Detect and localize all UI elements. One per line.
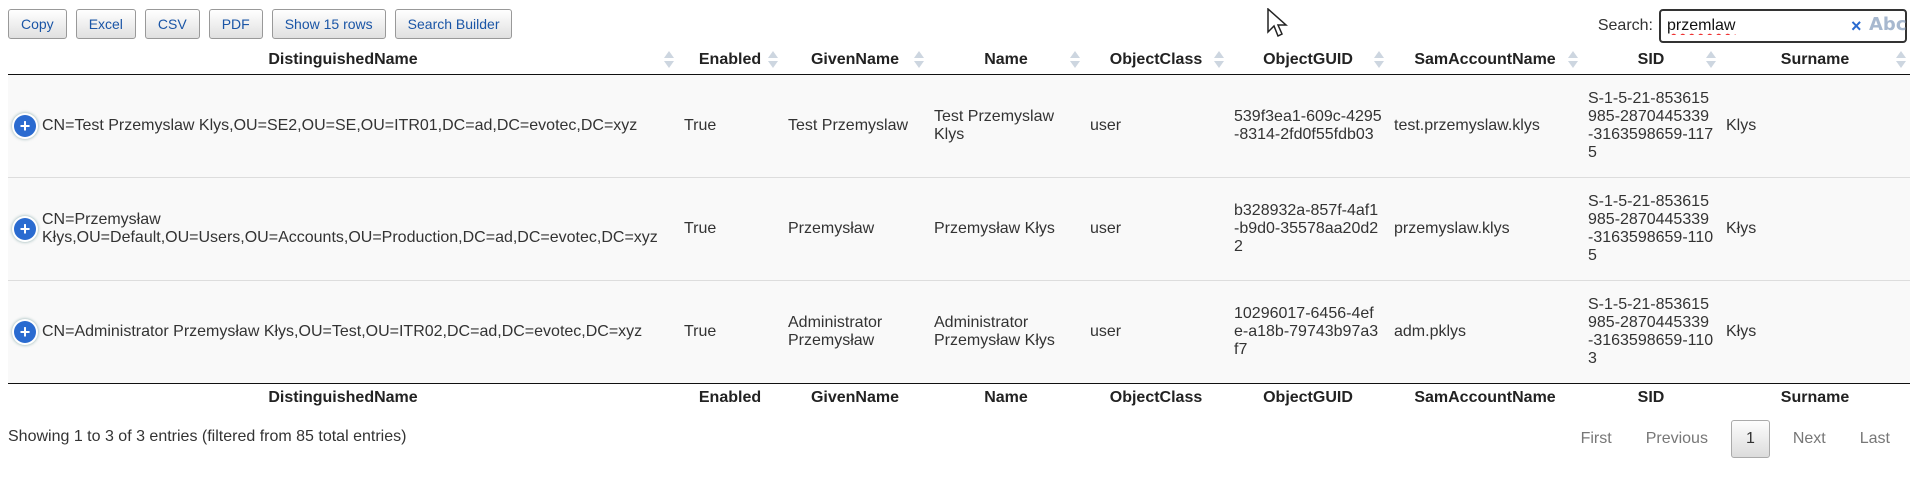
- sort-icon: [1070, 51, 1080, 69]
- datatable-page: Copy Excel CSV PDF Show 15 rows Search B…: [0, 0, 1917, 483]
- cell-enabled: True: [678, 74, 782, 178]
- header-samaccountname[interactable]: SamAccountName: [1388, 46, 1582, 75]
- search-box: × Abc: [1659, 9, 1907, 43]
- header-row: DistinguishedName Enabled GivenName Name…: [8, 46, 1910, 75]
- header-givenname[interactable]: GivenName: [782, 46, 928, 75]
- plus-icon[interactable]: +: [14, 218, 36, 240]
- cell-enabled: True: [678, 177, 782, 281]
- cell-objectclass: user: [1084, 74, 1228, 178]
- plus-icon[interactable]: +: [14, 115, 36, 137]
- sort-icon: [1214, 51, 1224, 69]
- cell-sid: S-1-5-21-853615985-2870445339-3163598659…: [1582, 280, 1720, 384]
- header-name[interactable]: Name: [928, 46, 1084, 75]
- last-page-button[interactable]: Last: [1843, 421, 1907, 457]
- cell-name: Przemysław Kłys: [928, 177, 1084, 281]
- cell-surname: Kłys: [1720, 280, 1910, 384]
- cell-objectguid: 539f3ea1-609c-4295-8314-2fd0f55fdb03: [1228, 74, 1388, 178]
- pdf-button[interactable]: PDF: [208, 9, 263, 39]
- header-objectguid[interactable]: ObjectGUID: [1228, 46, 1388, 75]
- cell-name: Administrator Przemysław Kłys: [928, 280, 1084, 384]
- sort-icon: [914, 51, 924, 69]
- cell-objectguid: 10296017-6456-4efe-a18b-79743b97a3f7: [1228, 280, 1388, 384]
- footer-surname: Surname: [1720, 383, 1910, 412]
- search-input[interactable]: [1667, 16, 1837, 36]
- cell-surname: Klys: [1720, 74, 1910, 178]
- table-row[interactable]: + CN=Przemysław Kłys,OU=Default,OU=Users,…: [8, 177, 1910, 281]
- sort-icon: [1568, 51, 1578, 69]
- search-builder-button[interactable]: Search Builder: [394, 9, 513, 39]
- cell-givenname: Przemysław: [782, 177, 928, 281]
- table-row[interactable]: + CN=Test Przemyslaw Klys,OU=SE2,OU=SE,OU…: [8, 74, 1910, 178]
- table-info: Showing 1 to 3 of 3 entries (filtered fr…: [8, 428, 407, 445]
- sort-icon: [1706, 51, 1716, 69]
- cell-name: Test Przemyslaw Klys: [928, 74, 1084, 178]
- cell-objectguid: b328932a-857f-4af1-b9d0-35578aa20d22: [1228, 177, 1388, 281]
- page-length-button[interactable]: Show 15 rows: [271, 9, 386, 39]
- cell-objectclass: user: [1084, 177, 1228, 281]
- header-sid[interactable]: SID: [1582, 46, 1720, 75]
- csv-button[interactable]: CSV: [144, 9, 200, 39]
- cell-samaccountname: przemyslaw.klys: [1388, 177, 1582, 281]
- footer-distinguishedname: DistinguishedName: [8, 383, 678, 412]
- cell-surname: Kłys: [1720, 177, 1910, 281]
- cell-sid: S-1-5-21-853615985-2870445339-3163598659…: [1582, 177, 1720, 281]
- table-row[interactable]: + CN=Administrator Przemysław Kłys,OU=Tes…: [8, 280, 1910, 384]
- footer-sid: SID: [1582, 383, 1720, 412]
- footer-row: DistinguishedName Enabled GivenName Name…: [8, 383, 1910, 412]
- cell-distinguishedname: + CN=Test Przemyslaw Klys,OU=SE2,OU=SE,OU…: [8, 74, 678, 178]
- users-table: DistinguishedName Enabled GivenName Name…: [8, 46, 1910, 412]
- footer-name: Name: [928, 383, 1084, 412]
- cell-enabled: True: [678, 280, 782, 384]
- cell-distinguishedname: + CN=Administrator Przemysław Kłys,OU=Tes…: [8, 280, 678, 384]
- cell-objectclass: user: [1084, 280, 1228, 384]
- first-page-button[interactable]: First: [1564, 421, 1629, 457]
- cell-samaccountname: test.przemyslaw.klys: [1388, 74, 1582, 178]
- sort-icon: [1374, 51, 1384, 69]
- sort-icon: [1896, 51, 1906, 69]
- cell-distinguishedname: + CN=Przemysław Kłys,OU=Default,OU=Users,…: [8, 177, 678, 281]
- plus-icon[interactable]: +: [14, 321, 36, 343]
- export-toolbar: Copy Excel CSV PDF Show 15 rows Search B…: [8, 9, 513, 39]
- mouse-cursor-icon: [1267, 8, 1288, 38]
- footer-samaccountname: SamAccountName: [1388, 383, 1582, 412]
- footer-objectclass: ObjectClass: [1084, 383, 1228, 412]
- sort-icon: [768, 51, 778, 69]
- header-objectclass[interactable]: ObjectClass: [1084, 46, 1228, 75]
- cell-givenname: Administrator Przemysław: [782, 280, 928, 384]
- search-filter: Search: × Abc: [1598, 9, 1907, 43]
- copy-button[interactable]: Copy: [8, 9, 67, 39]
- clear-icon[interactable]: ×: [1851, 16, 1862, 37]
- footer-givenname: GivenName: [782, 383, 928, 412]
- footer-enabled: Enabled: [678, 383, 782, 412]
- excel-button[interactable]: Excel: [75, 9, 136, 39]
- cell-samaccountname: adm.pklys: [1388, 280, 1582, 384]
- next-page-button[interactable]: Next: [1776, 421, 1843, 457]
- spellcheck-icon[interactable]: Abc: [1869, 14, 1907, 35]
- pagination: First Previous 1 Next Last: [1564, 420, 1907, 458]
- footer-objectguid: ObjectGUID: [1228, 383, 1388, 412]
- page-bottom-edge: [0, 468, 1917, 483]
- cell-sid: S-1-5-21-853615985-2870445339-3163598659…: [1582, 74, 1720, 178]
- sort-icon: [664, 51, 674, 69]
- cell-givenname: Test Przemyslaw: [782, 74, 928, 178]
- header-surname[interactable]: Surname: [1720, 46, 1910, 75]
- search-label: Search:: [1597, 17, 1653, 34]
- header-distinguishedname[interactable]: DistinguishedName: [8, 46, 678, 75]
- page-1-button[interactable]: 1: [1730, 420, 1770, 458]
- previous-page-button[interactable]: Previous: [1629, 421, 1725, 457]
- header-enabled[interactable]: Enabled: [678, 46, 782, 75]
